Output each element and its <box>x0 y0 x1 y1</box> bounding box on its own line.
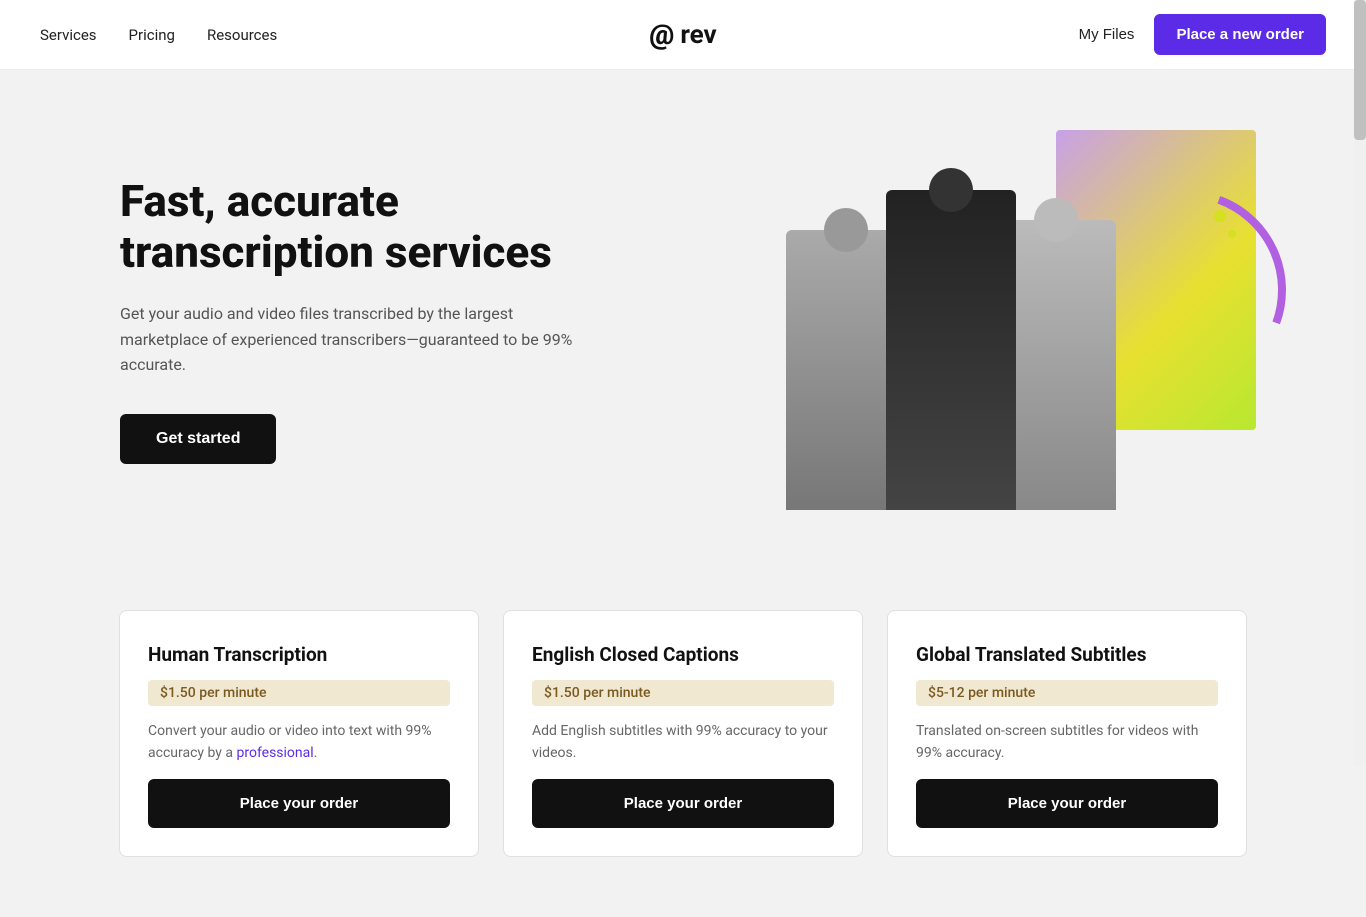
hero-subtitle: Get your audio and video files transcrib… <box>120 301 600 378</box>
card-global-subtitles: Global Translated Subtitles $5-12 per mi… <box>887 610 1247 857</box>
card-1-title: Human Transcription <box>148 643 450 666</box>
place-new-order-button[interactable]: Place a new order <box>1154 14 1326 55</box>
logo-at-symbol: @ <box>649 18 674 51</box>
nav-links-left: Services Pricing Resources <box>40 26 277 44</box>
card-human-transcription: Human Transcription $1.50 per minute Con… <box>119 610 479 857</box>
card-3-order-button[interactable]: Place your order <box>916 779 1218 828</box>
card-1-description: Convert your audio or video into text wi… <box>148 720 450 765</box>
card-2-price: $1.50 per minute <box>532 680 834 706</box>
dot-yellow-tiny <box>1228 230 1236 238</box>
card-2-order-button[interactable]: Place your order <box>532 779 834 828</box>
card-3-title: Global Translated Subtitles <box>916 643 1218 666</box>
nav-services[interactable]: Services <box>40 26 97 44</box>
nav-resources[interactable]: Resources <box>207 26 277 44</box>
get-started-button[interactable]: Get started <box>120 414 276 464</box>
hero-image-area <box>766 130 1286 510</box>
logo-text: rev <box>680 20 716 50</box>
card-1-link[interactable]: professional <box>236 745 313 761</box>
card-3-description: Translated on-screen subtitles for video… <box>916 720 1218 765</box>
my-files-button[interactable]: My Files <box>1079 26 1135 43</box>
hero-title: Fast, accurate transcription services <box>120 176 640 277</box>
nav-pricing[interactable]: Pricing <box>129 26 175 44</box>
card-english-captions: English Closed Captions $1.50 per minute… <box>503 610 863 857</box>
card-3-price: $5-12 per minute <box>916 680 1218 706</box>
scrollbar-track[interactable] <box>1354 0 1366 766</box>
person-1-head <box>824 208 868 252</box>
card-2-description: Add English subtitles with 99% accuracy … <box>532 720 834 765</box>
hero-section: Fast, accurate transcription services Ge… <box>0 70 1366 570</box>
cards-section: Human Transcription $1.50 per minute Con… <box>0 570 1366 917</box>
person-2 <box>886 190 1016 510</box>
card-1-order-button[interactable]: Place your order <box>148 779 450 828</box>
card-2-title: English Closed Captions <box>532 643 834 666</box>
people-illustration <box>786 190 1116 510</box>
site-logo[interactable]: @ rev <box>649 18 716 51</box>
hero-text-block: Fast, accurate transcription services Ge… <box>120 176 640 464</box>
card-1-price: $1.50 per minute <box>148 680 450 706</box>
nav-right: My Files Place a new order <box>1079 14 1326 55</box>
person-2-head <box>929 168 973 212</box>
person-3-head <box>1034 198 1078 242</box>
scrollbar-thumb[interactable] <box>1354 0 1366 140</box>
dot-yellow-small <box>1214 210 1226 222</box>
navbar: Services Pricing Resources @ rev My File… <box>0 0 1366 70</box>
